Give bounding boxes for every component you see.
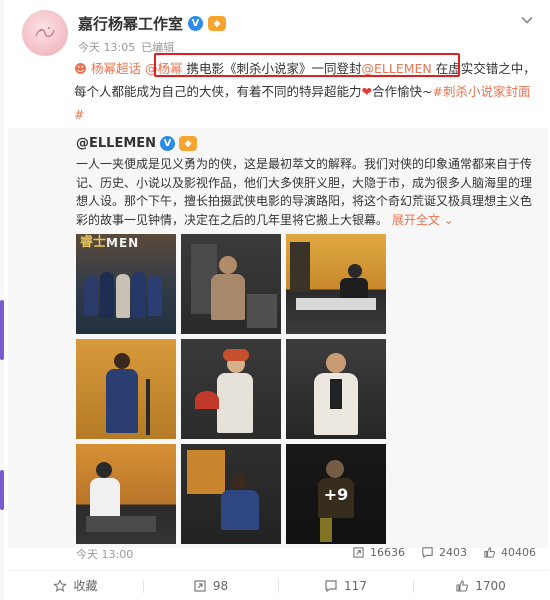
favorite-label: 收藏 [73,579,98,593]
like-button[interactable]: 1700 [413,571,548,600]
repost-icon [353,547,364,558]
grid-image[interactable] [76,444,176,544]
grid-image[interactable] [181,339,281,439]
comment-icon [325,579,337,592]
post-text: ☻ 杨幂超话 @杨幂 携电影《刺杀小说家》一同登封@ELLEMEN 在虚实交错之… [74,53,538,126]
favorite-button[interactable]: 收藏 [8,571,143,600]
comment-count[interactable]: 2403 [421,546,467,559]
vip-badge-icon: ◆ [208,16,227,31]
chevron-down-icon[interactable] [520,13,534,27]
thumbs-up-icon [456,579,469,592]
verified-badge-icon: V [160,136,176,151]
grid-image[interactable] [76,339,176,439]
more-images-count: +9 [286,444,386,544]
author-name[interactable]: 嘉行杨幂工作室 [78,13,183,34]
topic-link[interactable]: 杨幂超话 [91,61,141,76]
repost-footer: 今天 13:00 16636 2403 40406 [76,546,538,566]
vip-badge-icon: ◆ [179,136,198,151]
edge-mark [0,470,4,510]
author-row: 嘉行杨幂工作室 V ◆ [78,13,227,34]
cover-magazine-name: MEN [106,236,140,250]
image-grid: 睿士 MEN +9 [76,234,386,544]
post-text-tail2: 合作愉快~ [372,84,433,99]
grid-image[interactable] [286,339,386,439]
comment-icon [422,547,433,559]
weibo-post-card: 嘉行杨幂工作室 V ◆ 今天 13:05 已编辑 ☻ 杨幂超话 @杨幂 携电影《… [8,0,548,600]
repost-action-count: 98 [212,578,229,593]
repost-button[interactable]: 98 [143,571,278,600]
like-count[interactable]: 40406 [483,546,536,559]
repost-count[interactable]: 16636 [352,546,405,559]
expand-full-text-link[interactable]: 展开全文 ⌄ [392,213,454,227]
star-icon [53,578,68,592]
thumbs-up-icon [484,547,496,558]
left-edge-strip [0,0,4,600]
grid-image[interactable] [181,234,281,334]
repost-stats: 16636 2403 40406 [352,546,536,559]
reposted-content: @ELLEMEN V ◆ 一人一夹便成是见义勇为的侠，这是最初萃文的解释。我们对… [8,128,548,561]
repost-text: 一人一夹便成是见义勇为的侠，这是最初萃文的解释。我们对侠的印象通常都来自于传记、… [76,155,538,229]
grid-image[interactable] [181,444,281,544]
grid-image[interactable]: 睿士 MEN [76,234,176,334]
avatar[interactable] [22,10,68,56]
verified-badge-icon: V [188,16,204,31]
repost-author-name[interactable]: @ELLEMEN [76,136,156,151]
comment-action-count: 117 [344,578,367,593]
edge-mark [0,300,4,360]
heart-icon: ❤ [361,84,372,99]
comment-button[interactable]: 117 [278,571,413,600]
cover-title: 睿士 [80,235,107,250]
repost-icon [194,579,206,592]
grid-image[interactable] [286,234,386,334]
highlight-box [154,53,460,77]
post-action-bar: 收藏 98 117 1700 [8,570,548,600]
topic-link-icon: ☻ [74,61,88,76]
repost-author-row: @ELLEMEN V ◆ [76,136,198,151]
post-time[interactable]: 今天 13:05 [78,39,135,55]
like-action-count: 1700 [475,578,506,593]
avatar-logo-icon [35,27,55,38]
repost-time[interactable]: 今天 13:00 [76,546,133,562]
repost-body: 一人一夹便成是见义勇为的侠，这是最初萃文的解释。我们对侠的印象通常都来自于传记、… [76,157,533,227]
grid-image-more[interactable]: +9 [286,444,386,544]
